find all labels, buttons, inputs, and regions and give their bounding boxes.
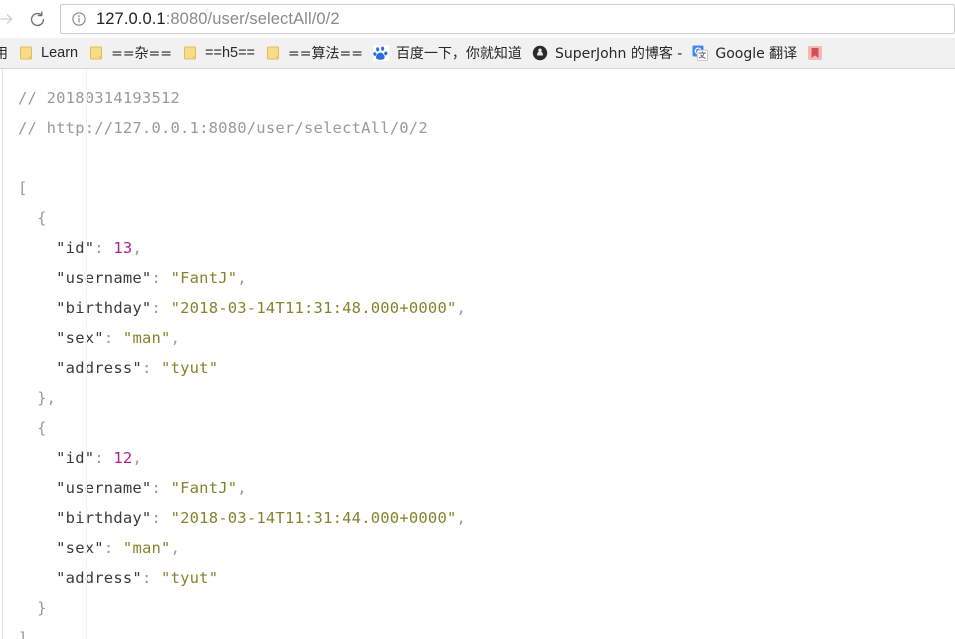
json-colon: : [141, 569, 152, 587]
json-value-birthday-1: "2018-03-14T11:31:48.000+0000" [170, 299, 457, 317]
json-comma: , [237, 269, 247, 287]
bookmark-item-cut-left[interactable]: 用 [0, 41, 13, 65]
content-left-rule [2, 69, 3, 639]
json-open-bracket: [ [18, 179, 28, 197]
forward-button[interactable] [0, 4, 22, 34]
json-key-username-1: "username" [56, 269, 152, 287]
bookmark-label: ==h5== [205, 45, 256, 61]
address-bar-url: 127.0.0.1:8080/user/selectAll/0/2 [96, 10, 340, 29]
json-colon: : [94, 239, 104, 257]
json-colon: : [151, 479, 162, 497]
json-key-address-2: "address" [56, 569, 142, 587]
bookmark-label: 用 [0, 43, 8, 63]
folder-icon [90, 46, 103, 60]
bookmark-label: Learn [41, 45, 79, 61]
json-response-body: // 20180314193512 // http://127.0.0.1:80… [0, 69, 955, 639]
bookmark-label: Google 翻译 [715, 46, 798, 62]
browser-toolbar: 127.0.0.1:8080/user/selectAll/0/2 [0, 0, 955, 38]
json-value-birthday-2: "2018-03-14T11:31:44.000+0000" [170, 509, 457, 527]
bookmark-item-algorithm[interactable]: ==算法== [260, 41, 368, 65]
json-colon: : [151, 509, 162, 527]
json-value-address-1: "tyut" [161, 359, 219, 377]
reload-icon [30, 10, 44, 26]
json-key-id-1: "id" [56, 239, 95, 257]
json-comma: , [170, 539, 181, 557]
json-comma: , [456, 299, 467, 317]
json-object-open-1: { [37, 209, 47, 227]
bookmark-item-learn[interactable]: Learn [13, 41, 83, 65]
bookmark-icon-cut [808, 46, 823, 60]
bookmark-item-za[interactable]: ==杂== [83, 41, 177, 65]
forward-arrow-icon [0, 14, 13, 24]
baidu-icon [372, 45, 389, 61]
bookmark-label: 百度一下，你就知道 [395, 46, 522, 62]
json-comma: , [237, 479, 247, 497]
google-translate-icon [692, 45, 709, 61]
json-value-sex-1: "man" [122, 329, 171, 347]
bookmark-item-baidu[interactable]: 百度一下，你就知道 [368, 41, 527, 65]
bookmark-label: ==算法== [288, 46, 363, 62]
json-value-id-1: 13 [113, 239, 133, 257]
bookmark-label: ==杂== [111, 46, 173, 62]
json-key-address-1: "address" [56, 359, 142, 377]
json-value-sex-2: "man" [122, 539, 171, 557]
folder-icon [267, 46, 280, 60]
json-object-close-2: } [37, 599, 47, 617]
json-object-open-2: { [37, 419, 47, 437]
json-value-id-2: 12 [113, 449, 133, 467]
json-key-sex-1: "sex" [56, 329, 104, 347]
page-content: // 20180314193512 // http://127.0.0.1:80… [0, 69, 955, 639]
folder-icon [20, 46, 32, 60]
url-path: :8080/user/selectAll/0/2 [165, 9, 340, 28]
json-key-username-2: "username" [56, 479, 152, 497]
content-indent-guide [86, 69, 87, 639]
json-key-birthday-2: "birthday" [56, 509, 152, 527]
json-comma: , [132, 449, 142, 467]
blog-avatar-icon [532, 45, 548, 61]
json-comma: , [456, 509, 467, 527]
bookmarks-bar: 用 Learn ==杂== ==h5== ==算法== [0, 38, 955, 69]
comment-timestamp: // 20180314193512 [18, 89, 181, 107]
bookmark-item-cut-right[interactable] [802, 41, 835, 65]
bookmark-item-h5[interactable]: ==h5== [177, 41, 260, 65]
comment-url: // http://127.0.0.1:8080/user/selectAll/… [18, 119, 428, 137]
json-key-sex-2: "sex" [56, 539, 104, 557]
json-colon: : [103, 539, 114, 557]
reload-button[interactable] [22, 4, 52, 34]
address-bar[interactable]: 127.0.0.1:8080/user/selectAll/0/2 [60, 4, 955, 34]
json-value-address-2: "tyut" [161, 569, 219, 587]
bookmark-item-google-translate[interactable]: Google 翻译 [687, 41, 802, 65]
info-circle-icon[interactable] [71, 11, 87, 27]
json-colon: : [94, 449, 104, 467]
bookmark-label: SuperJohn 的博客 - [554, 46, 683, 62]
json-comma: , [170, 329, 181, 347]
json-colon: : [141, 359, 152, 377]
json-comma: , [132, 239, 142, 257]
json-colon: : [151, 299, 162, 317]
json-key-birthday-1: "birthday" [56, 299, 152, 317]
folder-icon [184, 46, 197, 60]
json-colon: : [151, 269, 162, 287]
json-colon: : [103, 329, 114, 347]
bookmark-item-superjohn-blog[interactable]: SuperJohn 的博客 - [527, 41, 687, 65]
url-host: 127.0.0.1 [96, 9, 166, 28]
json-value-username-2: "FantJ" [170, 479, 238, 497]
json-value-username-1: "FantJ" [170, 269, 238, 287]
json-close-bracket: ] [18, 629, 28, 639]
json-object-close-1: }, [37, 389, 57, 407]
json-key-id-2: "id" [56, 449, 95, 467]
